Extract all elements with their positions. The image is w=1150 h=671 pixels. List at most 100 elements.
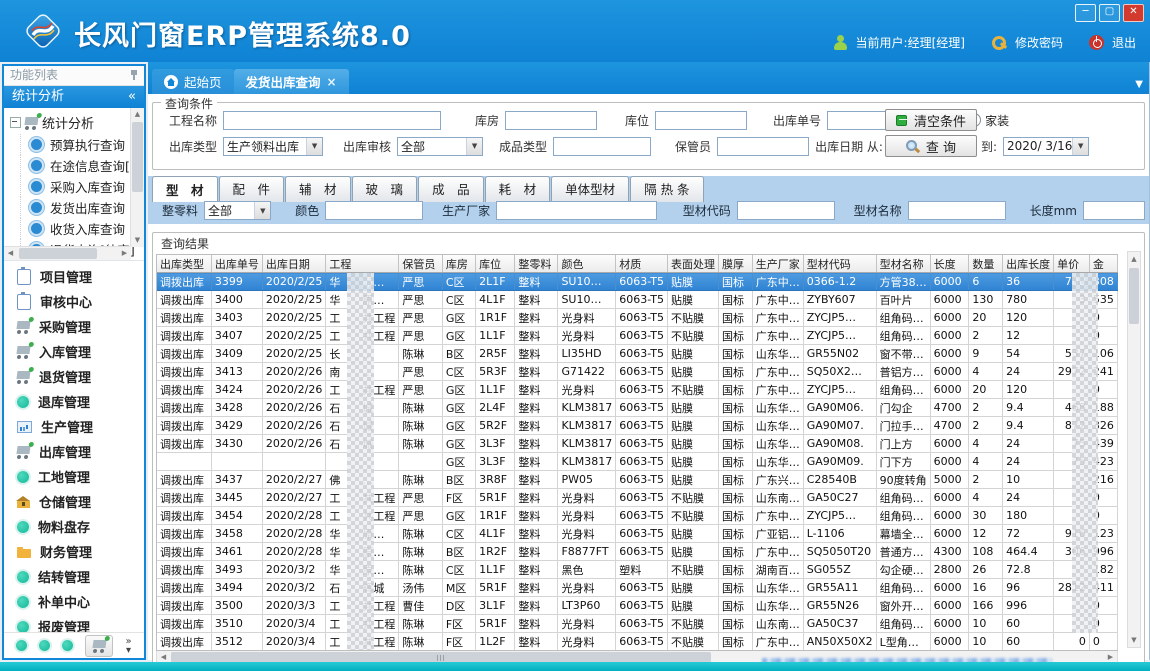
material-tab[interactable]: 配 件: [219, 176, 285, 202]
material-tab[interactable]: 玻 璃: [352, 176, 418, 202]
material-tab[interactable]: 成 品: [418, 176, 484, 202]
module-dot-icon[interactable]: [39, 640, 50, 651]
sidebar-item[interactable]: 财务管理: [4, 539, 144, 564]
column-header[interactable]: 金: [1089, 255, 1117, 273]
column-header[interactable]: 出库长度: [1003, 255, 1054, 273]
whole-piece-select[interactable]: 全部▼: [204, 201, 271, 220]
logout-link[interactable]: 退出: [1112, 34, 1136, 51]
column-header[interactable]: 颜色: [558, 255, 616, 273]
column-header[interactable]: 库位: [476, 255, 515, 273]
scroll-up-icon[interactable]: ▲: [1128, 252, 1140, 266]
product-type-input[interactable]: [553, 137, 651, 156]
scroll-right-icon[interactable]: ▶: [118, 247, 131, 260]
profile-name-input[interactable]: [908, 201, 1006, 220]
column-header[interactable]: 长度: [930, 255, 969, 273]
module-dot-icon[interactable]: [16, 640, 27, 651]
sidebar-item[interactable]: 入库管理: [4, 339, 144, 364]
column-header[interactable]: 工程: [326, 255, 399, 273]
project-name-input[interactable]: [223, 111, 441, 130]
module-dot-icon[interactable]: [62, 640, 73, 651]
manufacturer-input[interactable]: [496, 201, 657, 220]
minimize-button[interactable]: ─: [1075, 4, 1096, 22]
tab-shipment-query[interactable]: 发货出库查询 ×: [234, 69, 349, 94]
sidebar-item[interactable]: 出库管理: [4, 439, 144, 464]
sidebar-section-header[interactable]: 统计分析 «: [4, 86, 144, 108]
menu-overflow-button[interactable]: »▾: [125, 637, 131, 655]
column-header[interactable]: 单价: [1054, 255, 1090, 273]
scrollbar-thumb[interactable]: [1129, 268, 1139, 324]
tree-item[interactable]: 在途信息查询[待: [20, 155, 144, 176]
tab-home[interactable]: 起始页: [152, 69, 234, 94]
column-header[interactable]: 库房: [442, 255, 475, 273]
material-tab[interactable]: 型 材: [152, 176, 218, 202]
material-tab[interactable]: 单体型材: [551, 176, 629, 202]
scroll-up-icon[interactable]: ▲: [131, 108, 144, 121]
table-row[interactable]: 调拨出库35122020/3/4工共工程陈琳F区1L2F整料光身料6063-T5…: [157, 633, 1118, 651]
sidebar-item[interactable]: 项目管理: [4, 264, 144, 289]
column-header[interactable]: 材质: [616, 255, 668, 273]
table-row[interactable]: 调拨出库34932020/3/2华原…陈琳C区1L1F整料黑色塑料不贴膜国标湖南…: [157, 561, 1118, 579]
material-tab[interactable]: 耗 材: [485, 176, 551, 202]
column-header[interactable]: 数量: [969, 255, 1003, 273]
scroll-left-icon[interactable]: ◀: [4, 247, 17, 260]
table-row[interactable]: 调拨出库34282020/2/26石城陈琳G区2L4F整料KLM38176063…: [157, 399, 1118, 417]
color-input[interactable]: [325, 201, 423, 220]
date-to-select[interactable]: 2020/ 3/16▼: [1003, 137, 1089, 156]
close-button[interactable]: ✕: [1123, 4, 1144, 22]
maximize-button[interactable]: ▢: [1099, 4, 1120, 22]
column-header[interactable]: 整零料: [515, 255, 558, 273]
column-header[interactable]: 出库日期: [262, 255, 325, 273]
sidebar-item[interactable]: 补单中心: [4, 589, 144, 614]
table-row[interactable]: 调拨出库33992020/2/25华原…严思C区2L1F整料SU10…6063-…: [157, 273, 1118, 291]
table-row[interactable]: 调拨出库34582020/2/28华原…陈琳C区4L1F整料光身料6063-T5…: [157, 525, 1118, 543]
collapse-icon[interactable]: «: [128, 86, 136, 108]
keeper-input[interactable]: [717, 137, 809, 156]
warehouse-input[interactable]: [505, 111, 597, 130]
module-cart-button[interactable]: [85, 635, 113, 657]
column-header[interactable]: 型材名称: [876, 255, 930, 273]
table-row[interactable]: 调拨出库34942020/3/2石辉城汤伟M区5R1F整料光身料6063-T5贴…: [157, 579, 1118, 597]
pin-icon[interactable]: [130, 70, 138, 80]
tree-root-node[interactable]: 统计分析: [10, 112, 144, 132]
column-header[interactable]: 出库类型: [157, 255, 211, 273]
tree-item[interactable]: 发货出库查询: [20, 197, 144, 218]
table-vertical-scrollbar[interactable]: ▲ ▼: [1127, 251, 1141, 648]
table-row[interactable]: 调拨出库34292020/2/26石城陈琳G区5R2F整料KLM38176063…: [157, 417, 1118, 435]
scroll-down-icon[interactable]: ▼: [1128, 633, 1140, 647]
column-header[interactable]: 型材代码: [803, 255, 876, 273]
table-row[interactable]: 调拨出库34242020/2/26工共工程严思G区1L1F整料光身料6063-T…: [157, 381, 1118, 399]
tree-item[interactable]: 退库管理[待定: [20, 260, 144, 261]
table-row[interactable]: 调拨出库34542020/2/28工共工程严思G区1R1F整料光身料6063-T…: [157, 507, 1118, 525]
location-input[interactable]: [655, 111, 747, 130]
table-row[interactable]: 调拨出库34002020/2/25华原…严思C区4L1F整料SU10…6063-…: [157, 291, 1118, 309]
table-row[interactable]: G区3L3F整料KLM38176063-T5贴膜国标山东华…GA90M09.门下…: [157, 453, 1118, 471]
close-icon[interactable]: ×: [327, 75, 337, 89]
sidebar-item[interactable]: 生产管理: [4, 414, 144, 439]
scrollbar-thumb[interactable]: [132, 122, 143, 192]
sidebar-item[interactable]: 审核中心: [4, 289, 144, 314]
table-row[interactable]: 调拨出库34072020/2/25工共工程严思G区1L1F整料光身料6063-T…: [157, 327, 1118, 345]
outbound-type-select[interactable]: 生产领料出库▼: [223, 137, 323, 156]
material-tab[interactable]: 隔 热 条: [630, 176, 703, 202]
table-row[interactable]: 调拨出库34612020/2/28华原…陈琳B区1R2F整料F8877FT606…: [157, 543, 1118, 561]
table-row[interactable]: 调拨出库34092020/2/25长…陈琳B区2R5F整料LI35HD6063-…: [157, 345, 1118, 363]
column-header[interactable]: 出库单号: [211, 255, 262, 273]
tree-item[interactable]: 收货入库查询: [20, 218, 144, 239]
tree-item[interactable]: 预算执行查询: [20, 134, 144, 155]
change-password-link[interactable]: 修改密码: [1015, 34, 1063, 51]
scrollbar-thumb[interactable]: [19, 248, 97, 259]
clear-conditions-button[interactable]: 清空条件: [885, 109, 977, 131]
sidebar-item[interactable]: 退货管理: [4, 364, 144, 389]
tree-expander-icon[interactable]: [10, 117, 21, 128]
sidebar-item[interactable]: 仓储管理: [4, 489, 144, 514]
column-header[interactable]: 表面处理: [667, 255, 718, 273]
tab-overflow-icon[interactable]: ▼: [1135, 79, 1143, 90]
tree-vertical-scrollbar[interactable]: ▲ ▼: [130, 108, 144, 247]
table-row[interactable]: 调拨出库34452020/2/27工共工程严思F区5R1F整料光身料6063-T…: [157, 489, 1118, 507]
sidebar-item[interactable]: 物料盘存: [4, 514, 144, 539]
sidebar-item[interactable]: 工地管理: [4, 464, 144, 489]
table-row[interactable]: 调拨出库35002020/3/3工共工程曹佳D区3L1F整料LT3P606063…: [157, 597, 1118, 615]
table-row[interactable]: 调拨出库34032020/2/25工共工程严思G区1R1F整料光身料6063-T…: [157, 309, 1118, 327]
column-header[interactable]: 膜厚: [718, 255, 752, 273]
column-header[interactable]: 保管员: [399, 255, 443, 273]
